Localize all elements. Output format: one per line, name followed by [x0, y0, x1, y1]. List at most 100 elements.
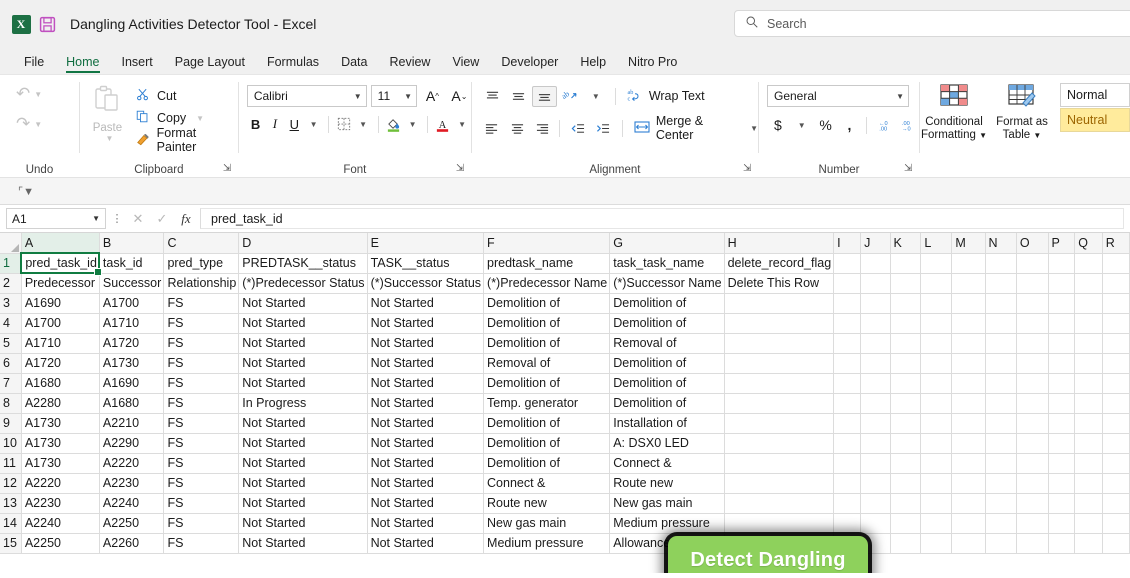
borders-icon[interactable]	[335, 113, 352, 135]
cell-B12[interactable]: A2230	[99, 473, 165, 494]
cell-C14[interactable]: FS	[163, 513, 240, 534]
cell-Q11[interactable]	[1074, 453, 1103, 474]
cell-I11[interactable]	[833, 453, 862, 474]
cell-K2[interactable]	[890, 273, 922, 294]
cell-C12[interactable]: FS	[163, 473, 240, 494]
cell-Q12[interactable]	[1074, 473, 1103, 494]
row-header-8[interactable]: 8	[0, 393, 22, 414]
tab-developer[interactable]: Developer	[491, 53, 568, 74]
cell-N2[interactable]	[985, 273, 1017, 294]
tab-page-layout[interactable]: Page Layout	[165, 53, 255, 74]
tab-formulas[interactable]: Formulas	[257, 53, 329, 74]
cell-L9[interactable]	[920, 413, 953, 434]
cell-L11[interactable]	[920, 453, 953, 474]
cell-O14[interactable]	[1016, 513, 1049, 534]
cell-J7[interactable]	[860, 373, 891, 394]
cell-F2[interactable]: (*)Predecessor Name	[483, 273, 611, 294]
column-header-l[interactable]: L	[920, 233, 953, 254]
cell-P10[interactable]	[1048, 433, 1076, 454]
decrease-indent-icon[interactable]	[565, 118, 589, 139]
save-icon[interactable]	[34, 11, 60, 37]
cell-Q3[interactable]	[1074, 293, 1103, 314]
cell-J11[interactable]	[860, 453, 891, 474]
cell-I12[interactable]	[833, 473, 862, 494]
cell-P2[interactable]	[1048, 273, 1076, 294]
cell-Q13[interactable]	[1074, 493, 1103, 514]
cell-Q6[interactable]	[1074, 353, 1103, 374]
font-size-select[interactable]: 11 ▼	[370, 85, 418, 107]
cell-D5[interactable]: Not Started	[238, 333, 368, 354]
cell-C8[interactable]: FS	[163, 393, 240, 414]
cell-D13[interactable]: Not Started	[238, 493, 368, 514]
increase-decimal-icon[interactable]: .00 →0	[897, 114, 919, 136]
cell-J14[interactable]	[860, 513, 891, 534]
cell-B9[interactable]: A2210	[99, 413, 165, 434]
name-box[interactable]: A1 ▼	[6, 208, 106, 229]
cell-O6[interactable]	[1016, 353, 1049, 374]
tab-data[interactable]: Data	[331, 53, 377, 74]
cell-L4[interactable]	[920, 313, 953, 334]
column-header-e[interactable]: E	[367, 233, 485, 254]
cell-E7[interactable]: Not Started	[367, 373, 485, 394]
cell-F4[interactable]: Demolition of	[483, 313, 611, 334]
cell-F1[interactable]: predtask_name	[483, 253, 611, 274]
cell-R6[interactable]	[1102, 353, 1130, 374]
tab-view[interactable]: View	[442, 53, 489, 74]
cell-D9[interactable]: Not Started	[238, 413, 368, 434]
cell-E13[interactable]: Not Started	[367, 493, 485, 514]
cell-G11[interactable]: Connect &	[609, 453, 725, 474]
spreadsheet-grid[interactable]: ABCDEFGHIJKLMNOPQR 1 pred_task_id task_id p…	[0, 233, 1130, 573]
cell-A7[interactable]: A1680	[21, 373, 100, 394]
cell-C1[interactable]: pred_type	[163, 253, 240, 274]
cell-R12[interactable]	[1102, 473, 1130, 494]
cell-O9[interactable]	[1016, 413, 1049, 434]
cell-I2[interactable]	[833, 273, 862, 294]
cell-Q2[interactable]	[1074, 273, 1103, 294]
cell-I3[interactable]	[833, 293, 862, 314]
cell-B1[interactable]: task_id	[99, 253, 165, 274]
cell-Q8[interactable]	[1074, 393, 1103, 414]
cell-I14[interactable]	[833, 513, 862, 534]
increase-indent-icon[interactable]	[591, 118, 615, 139]
formula-input[interactable]: pred_task_id	[200, 208, 1124, 229]
cell-G10[interactable]: A: DSX0 LED	[609, 433, 725, 454]
cell-G2[interactable]: (*)Successor Name	[609, 273, 725, 294]
cell-E4[interactable]: Not Started	[367, 313, 485, 334]
align-top-icon[interactable]	[480, 86, 505, 107]
cell-L6[interactable]	[920, 353, 953, 374]
cell-M7[interactable]	[951, 373, 986, 394]
cell-H11[interactable]	[724, 453, 835, 474]
cell-N8[interactable]	[985, 393, 1017, 414]
cell-K12[interactable]	[890, 473, 922, 494]
cell-I4[interactable]	[833, 313, 862, 334]
cell-O3[interactable]	[1016, 293, 1049, 314]
cell-Q10[interactable]	[1074, 433, 1103, 454]
cell-R2[interactable]	[1102, 273, 1130, 294]
cell-J9[interactable]	[860, 413, 891, 434]
cell-E14[interactable]: Not Started	[367, 513, 485, 534]
cell-R4[interactable]	[1102, 313, 1130, 334]
number-format-select[interactable]: General ▼	[767, 85, 909, 107]
cell-I5[interactable]	[833, 333, 862, 354]
cell-O8[interactable]	[1016, 393, 1049, 414]
cell-style-normal[interactable]: Normal	[1059, 83, 1130, 107]
cell-Q5[interactable]	[1074, 333, 1103, 354]
cell-H5[interactable]	[724, 333, 835, 354]
cell-H10[interactable]	[724, 433, 835, 454]
cell-M4[interactable]	[951, 313, 986, 334]
cell-N11[interactable]	[985, 453, 1017, 474]
chevron-down-icon[interactable]: ▼	[305, 113, 322, 135]
cell-B4[interactable]: A1710	[99, 313, 165, 334]
cell-A6[interactable]: A1720	[21, 353, 100, 374]
font-color-icon[interactable]: A	[434, 113, 451, 135]
cell-M11[interactable]	[951, 453, 986, 474]
cell-J3[interactable]	[860, 293, 891, 314]
cell-C2[interactable]: Relationship	[163, 273, 240, 294]
cell-G3[interactable]: Demolition of	[609, 293, 725, 314]
cell-M2[interactable]	[951, 273, 986, 294]
align-middle-icon[interactable]	[506, 86, 531, 107]
column-header-b[interactable]: B	[99, 233, 165, 254]
cell-F3[interactable]: Demolition of	[483, 293, 611, 314]
formula-bar-more-icon[interactable]: ⋮	[110, 212, 124, 225]
cell-P13[interactable]	[1048, 493, 1076, 514]
